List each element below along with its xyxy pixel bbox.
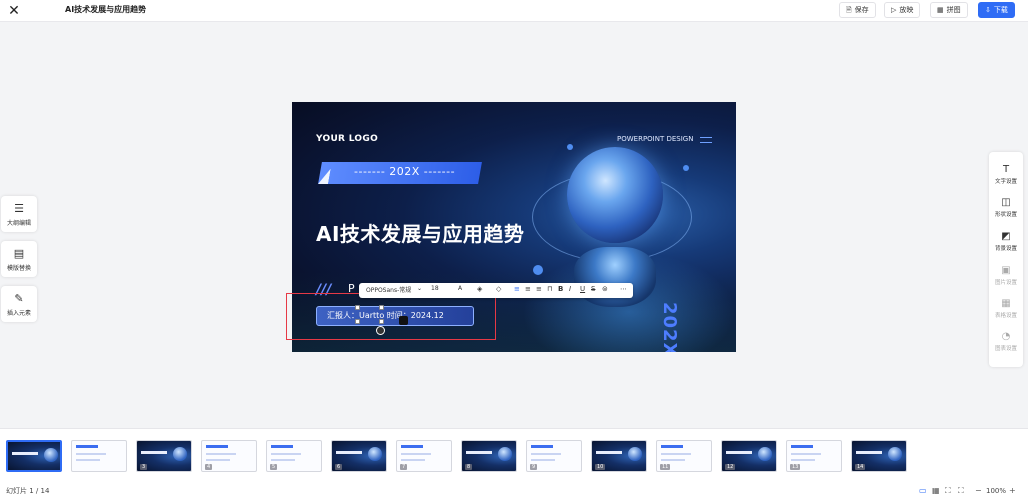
bold-icon[interactable]: B xyxy=(558,285,563,293)
grid-view-icon[interactable]: ▦ xyxy=(932,486,940,495)
align-right-icon[interactable]: ≡ xyxy=(536,285,542,293)
download-icon: ⇩ xyxy=(985,6,991,14)
slide-thumbnail[interactable]: 11 xyxy=(656,440,712,472)
align-left-icon[interactable]: ≡ xyxy=(514,285,520,293)
puzzle-button[interactable]: ▦ 拼图 xyxy=(930,2,968,18)
slide-thumbnail[interactable]: 4 xyxy=(201,440,257,472)
slide-thumbnail[interactable]: 13 xyxy=(786,440,842,472)
slide-thumbnail[interactable]: 12 xyxy=(721,440,777,472)
slide-thumbnail[interactable]: 8 xyxy=(461,440,517,472)
font-size-input[interactable]: 18 xyxy=(431,285,439,292)
font-color-button[interactable]: A xyxy=(458,285,462,292)
fit-screen-icon[interactable]: ⛶ xyxy=(945,486,951,496)
lock-icon[interactable] xyxy=(399,316,408,325)
italic-icon[interactable]: I xyxy=(569,285,571,293)
decor-dot xyxy=(567,144,573,150)
table-icon: ▦ xyxy=(1001,298,1011,309)
insert-icon: ✎ xyxy=(14,292,24,305)
document-title: AI技术发展与应用趋势 xyxy=(65,5,147,14)
slide-thumbnail[interactable] xyxy=(6,440,62,472)
insert-element-button[interactable]: ✎ 插入元素 xyxy=(1,286,37,322)
outline-edit-button[interactable]: ☰ 大纲编辑 xyxy=(1,196,37,232)
pedestal-image xyxy=(574,247,656,307)
resize-handle[interactable] xyxy=(355,319,360,324)
text-format-toolbar: OPPOSans-常规 ⌄ 18 A ◈ ◇ ≡ ≡ ≡ ⊓ B I U S ⊜… xyxy=(359,283,633,298)
zoom-in-icon[interactable]: + xyxy=(1009,486,1016,495)
shape-settings-button[interactable]: ◫ 形状设置 xyxy=(989,197,1023,218)
align-center-icon[interactable]: ≡ xyxy=(525,285,531,293)
table-settings-button[interactable]: ▦ 表格设置 xyxy=(989,298,1023,319)
text-icon: T xyxy=(1002,164,1010,175)
top-bar: ✕ AI技术发展与应用趋势 🗎 保存 ▷ 放映 ▦ 拼图 ⇩ 下载 xyxy=(0,0,1028,22)
selection-outline xyxy=(286,293,496,340)
slide-thumbnail[interactable]: 14 xyxy=(851,440,907,472)
slide-thumbnail[interactable]: 9 xyxy=(526,440,582,472)
font-family-select[interactable]: OPPOSans-常规 xyxy=(366,285,411,294)
more-icon[interactable]: ⋯ xyxy=(620,285,627,293)
image-settings-button[interactable]: ▣ 图片设置 xyxy=(989,265,1023,286)
zoom-out-icon[interactable]: − xyxy=(975,486,982,495)
template-replace-button[interactable]: ▤ 模版替换 xyxy=(1,241,37,277)
normal-view-icon[interactable]: ▭ xyxy=(919,486,927,495)
grid-icon: ▦ xyxy=(937,6,944,14)
slide-logo[interactable]: YOUR LOGO xyxy=(316,134,378,144)
slide-thumbnail[interactable]: 7 xyxy=(396,440,452,472)
outline-icon: ☰ xyxy=(14,202,24,215)
background-icon: ◩ xyxy=(1001,231,1011,242)
image-icon: ▣ xyxy=(1001,265,1011,276)
decor-dot xyxy=(683,165,689,171)
rotate-handle[interactable] xyxy=(376,326,385,335)
text-settings-button[interactable]: T 文字设置 xyxy=(989,164,1023,185)
vertical-align-icon[interactable]: ⊓ xyxy=(547,285,552,293)
slide-thumbnail[interactable]: 6 xyxy=(331,440,387,472)
slide-thumbnail[interactable]: 3 xyxy=(136,440,192,472)
play-button[interactable]: ▷ 放映 xyxy=(884,2,921,18)
slide-thumbnail[interactable]: 5 xyxy=(266,440,322,472)
resize-handle[interactable] xyxy=(379,305,384,310)
background-settings-button[interactable]: ◩ 背景设置 xyxy=(989,231,1023,252)
save-button[interactable]: 🗎 保存 xyxy=(839,2,876,18)
resize-handle[interactable] xyxy=(355,305,360,310)
globe-image xyxy=(567,147,663,243)
property-panel: T 文字设置 ◫ 形状设置 ◩ 背景设置 ▣ 图片设置 ▦ 表格设置 ◔ 图表设… xyxy=(989,152,1023,367)
shape-fill-icon[interactable]: ◇ xyxy=(496,285,501,293)
zoom-level[interactable]: 100% xyxy=(986,487,1006,495)
chevron-down-icon[interactable]: ⌄ xyxy=(417,285,422,292)
menu-lines-decor xyxy=(700,137,712,143)
close-icon[interactable]: ✕ xyxy=(6,3,22,19)
vertical-year-text[interactable]: 202X xyxy=(659,302,680,352)
save-icon: 🗎 xyxy=(846,6,852,14)
resize-handle[interactable] xyxy=(379,319,384,324)
slide-counter: 幻灯片 1 / 14 xyxy=(6,487,50,495)
strikethrough-icon[interactable]: S xyxy=(591,285,595,293)
play-icon: ▷ xyxy=(891,6,897,14)
highlight-icon[interactable]: ◈ xyxy=(477,285,482,293)
link-icon[interactable]: ⊜ xyxy=(602,285,608,293)
shape-icon: ◫ xyxy=(1001,197,1011,208)
underline-icon[interactable]: U xyxy=(580,285,585,293)
slide-thumbnail[interactable]: 10 xyxy=(591,440,647,472)
decor-dot xyxy=(533,265,543,275)
slide-thumbnail[interactable] xyxy=(71,440,127,472)
download-button[interactable]: ⇩ 下载 xyxy=(978,2,1015,18)
year-banner-text[interactable]: ------- 202X ------- xyxy=(354,165,455,178)
fullscreen-icon[interactable]: ⛶ xyxy=(958,486,964,496)
chart-settings-button[interactable]: ◔ 图表设置 xyxy=(989,331,1023,352)
chart-icon: ◔ xyxy=(1001,331,1011,342)
slide-title[interactable]: AI技术发展与应用趋势 xyxy=(316,218,524,247)
template-icon: ▤ xyxy=(13,247,25,260)
slide-design-label[interactable]: POWERPOINT DESIGN xyxy=(617,135,693,143)
